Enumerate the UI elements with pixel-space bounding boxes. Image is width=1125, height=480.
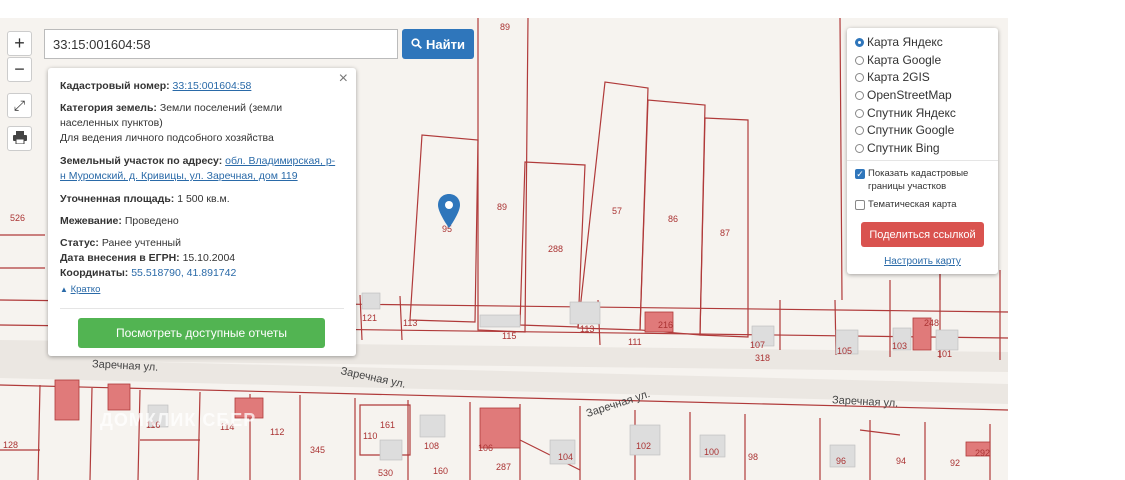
radio-icon[interactable] [855,55,864,65]
area-label: Уточненная площадь: [60,193,175,205]
checkbox-icon[interactable] [855,199,865,210]
fullscreen-button[interactable]: ⤢ [7,93,32,118]
search-input[interactable] [44,29,398,59]
show-borders-label: Показать кадастровые границы участков [868,168,969,192]
address-link-2[interactable]: н Муромский, д. Кривицы, ул. Заречная, д… [60,170,298,182]
street-label: Заречная ул. [339,365,407,391]
street-label: Заречная ул. [831,394,899,410]
layer-option-google[interactable]: Карта Google [855,53,941,67]
street-label: Заречная ул. [584,388,652,420]
radio-icon[interactable] [855,90,864,100]
cadastral-label: Кадастровый номер: [60,80,170,92]
zoom-out-button[interactable]: − [7,57,32,82]
print-button[interactable] [7,126,32,151]
configure-map-link[interactable]: Настроить карту [847,256,998,267]
find-button[interactable]: Найти [402,29,474,59]
street-label: Заречная ул. [91,358,159,374]
layer-option-osm[interactable]: OpenStreetMap [855,88,952,102]
status-label: Статус: [60,237,99,249]
radio-icon[interactable] [855,143,864,153]
zoom-in-button[interactable]: + [7,31,32,56]
area-value: 1 500 кв.м. [177,193,230,205]
date-value: 15.10.2004 [182,252,236,264]
layer-label: Карта 2GIS [867,70,930,84]
layer-option-yandex[interactable]: Карта Яндекс [855,35,943,49]
survey-value: Проведено [124,215,179,227]
layer-option-google-satellite[interactable]: Спутник Google [855,123,954,137]
thematic-option[interactable]: Тематическая карта [855,199,956,210]
address-link[interactable]: обл. Владимирская, р- [225,155,335,167]
address-label: Земельный участок по адресу: [60,155,223,167]
layers-panel: Карта Яндекс Карта Google Карта 2GIS Ope… [847,28,998,274]
share-link-button[interactable]: Поделиться ссылкой [861,222,984,247]
caret-up-icon: ▲ [60,285,68,294]
layer-label: Спутник Яндекс [867,106,956,120]
watermark: ДОМКЛИК СБЕР [100,410,257,430]
show-borders-option[interactable]: ✓ Показать кадастровые границы участков [855,167,990,193]
category-value-3: Для ведения личного подсобного хозяйства [60,132,274,144]
layer-label: Спутник Google [867,123,955,137]
coords-link[interactable]: 55.518790, 41.891742 [131,267,236,279]
radio-selected-icon[interactable] [855,37,864,47]
parcel-info-popup: × Кадастровый номер: 33:15:001604:58 Кат… [48,68,356,356]
layer-option-yandex-satellite[interactable]: Спутник Яндекс [855,106,956,120]
layer-label: Спутник Bing [867,141,940,155]
date-label: Дата внесения в ЕГРН: [60,252,180,264]
print-icon [12,130,27,147]
layer-option-bing-satellite[interactable]: Спутник Bing [855,141,940,155]
category-value: Земли поселений (земли [159,102,283,114]
category-label: Категория земель: [60,102,157,114]
checkbox-checked-icon[interactable]: ✓ [855,169,865,179]
view-reports-button[interactable]: Посмотреть доступные отчеты [78,318,325,348]
layer-label: Карта Яндекс [867,35,943,49]
divider [847,160,998,161]
expand-icon: ⤢ [13,97,26,113]
category-value-2: населенных пунктов) [60,117,163,129]
coords-label: Координаты: [60,267,129,279]
radio-icon[interactable] [855,72,864,82]
radio-icon[interactable] [855,108,864,118]
layer-label: OpenStreetMap [867,88,952,102]
collapse-link[interactable]: Кратко [71,284,101,295]
divider [60,308,344,309]
search-icon [411,37,422,52]
map-pin-icon[interactable] [438,194,460,233]
layer-option-2gis[interactable]: Карта 2GIS [855,70,930,84]
survey-label: Межевание: [60,215,122,227]
radio-icon[interactable] [855,125,864,135]
status-value: Ранее учтенный [101,237,181,249]
find-button-label: Найти [426,36,465,52]
cadastral-link[interactable]: 33:15:001604:58 [173,80,252,92]
layer-label: Карта Google [867,53,942,67]
thematic-label: Тематическая карта [868,199,957,210]
top-strip [0,0,1125,14]
